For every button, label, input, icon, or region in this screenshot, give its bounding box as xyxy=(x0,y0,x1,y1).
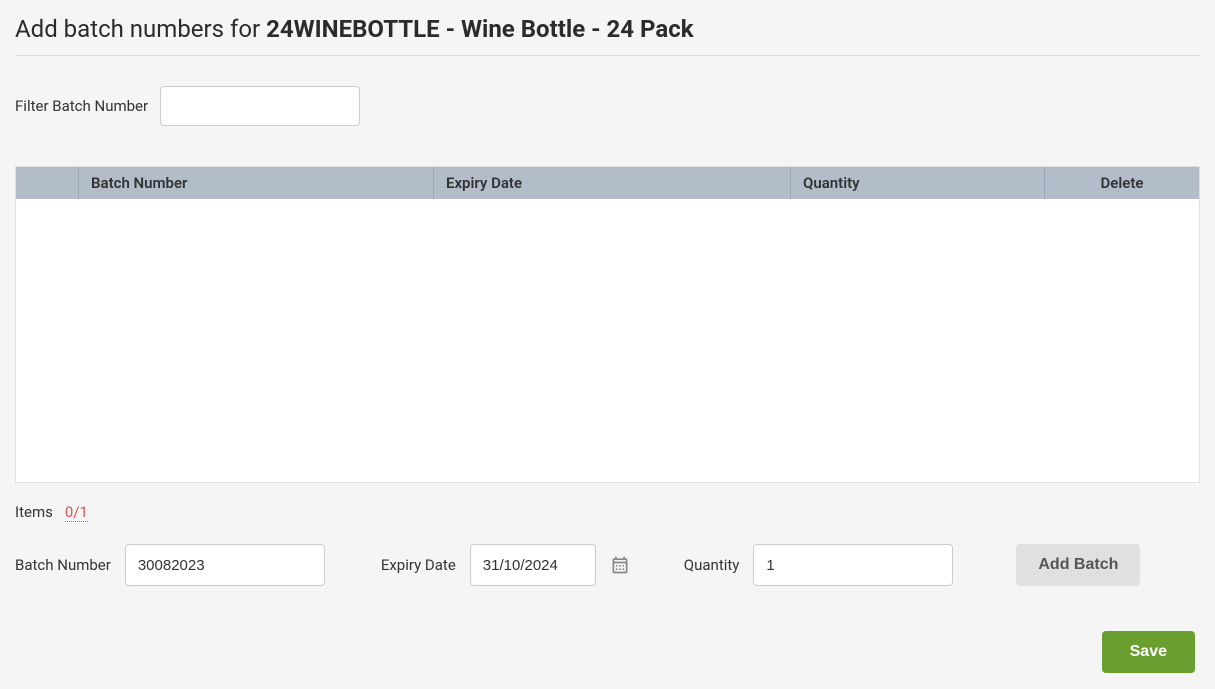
filter-row: Filter Batch Number xyxy=(15,86,1200,126)
column-quantity[interactable]: Quantity xyxy=(791,167,1045,199)
column-delete: Delete xyxy=(1045,167,1199,199)
items-summary: Items 0/1 xyxy=(15,503,1200,522)
save-button[interactable]: Save xyxy=(1102,631,1195,673)
batch-number-label: Batch Number xyxy=(15,556,111,574)
add-batch-button[interactable]: Add Batch xyxy=(1016,544,1140,586)
footer: Save xyxy=(15,631,1200,673)
calendar-icon[interactable] xyxy=(610,555,630,575)
column-expand xyxy=(16,167,79,199)
items-count[interactable]: 0/1 xyxy=(65,503,88,522)
table-header: Batch Number Expiry Date Quantity Delete xyxy=(16,167,1199,199)
filter-label: Filter Batch Number xyxy=(15,97,148,115)
title-product: 24WINEBOTTLE - Wine Bottle - 24 Pack xyxy=(266,15,693,43)
batch-number-input[interactable] xyxy=(125,544,325,586)
quantity-label: Quantity xyxy=(684,556,740,574)
items-label: Items xyxy=(15,503,53,521)
expiry-date-input[interactable] xyxy=(470,544,596,586)
expiry-date-label: Expiry Date xyxy=(381,556,456,574)
add-batch-form: Batch Number Expiry Date Quantity Add Ba… xyxy=(15,544,1200,586)
page-title: Add batch numbers for 24WINEBOTTLE - Win… xyxy=(15,15,1200,56)
table-body-empty xyxy=(16,199,1199,482)
batch-table: Batch Number Expiry Date Quantity Delete xyxy=(15,166,1200,483)
title-prefix: Add batch numbers for xyxy=(15,15,266,43)
column-batch-number[interactable]: Batch Number xyxy=(79,167,434,199)
column-expiry-date[interactable]: Expiry Date xyxy=(434,167,791,199)
filter-batch-input[interactable] xyxy=(160,86,360,126)
quantity-input[interactable] xyxy=(753,544,953,586)
